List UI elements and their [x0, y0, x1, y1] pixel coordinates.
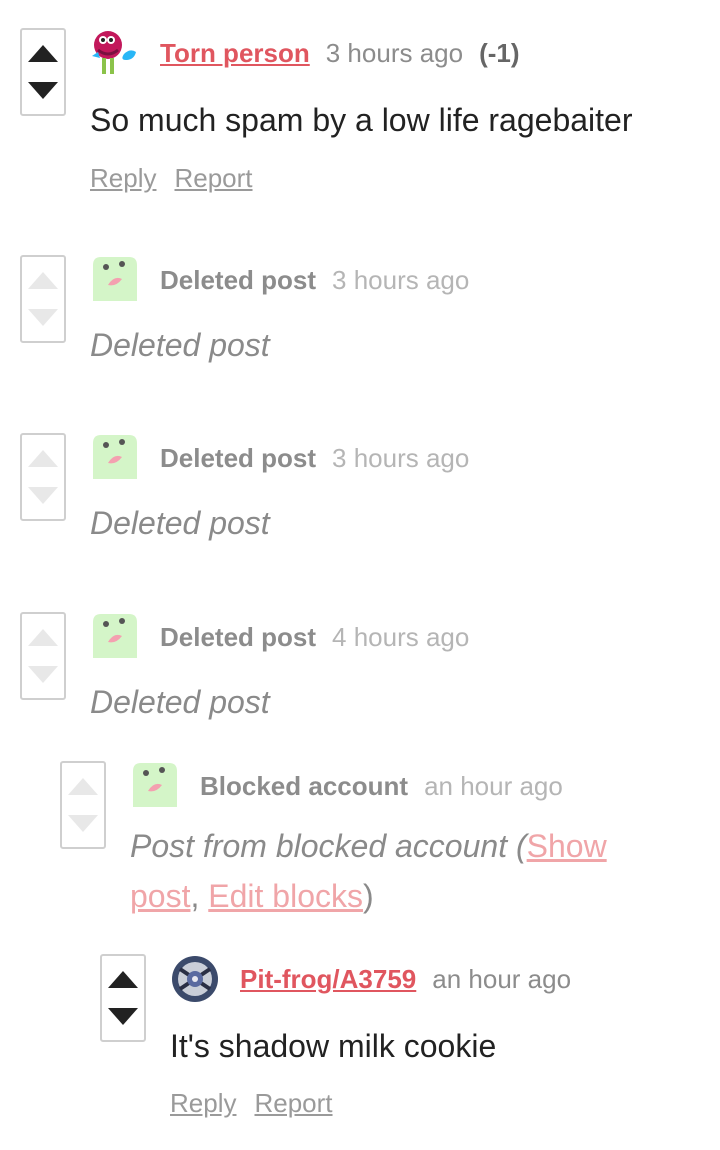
vote-box: [20, 612, 66, 700]
comment-meta: Deleted post 3 hours ago: [160, 265, 469, 295]
comment-actions: Reply Report: [170, 1088, 351, 1119]
downvote-arrow-icon[interactable]: [28, 487, 58, 504]
placeholder-avatar: [93, 435, 137, 479]
avatar[interactable]: [170, 954, 220, 1004]
vote-box: [20, 28, 66, 116]
report-link[interactable]: Report: [254, 1088, 332, 1118]
blocked-suffix: ): [363, 878, 374, 914]
author-link[interactable]: Torn person: [160, 38, 310, 68]
placeholder-avatar: [133, 763, 177, 807]
downvote-arrow-icon[interactable]: [108, 1008, 138, 1025]
downvote-arrow-icon[interactable]: [28, 309, 58, 326]
comment-meta: Pit-frog/A3759 an hour ago: [240, 964, 571, 994]
author-name: Blocked account: [200, 771, 409, 801]
comment-body: So much spam by a low life ragebaiter: [90, 102, 633, 138]
timestamp: an hour ago: [432, 964, 572, 994]
separator: ,: [190, 878, 200, 914]
avatar[interactable]: [90, 28, 140, 78]
placeholder-avatar: [93, 257, 137, 301]
upvote-arrow-icon[interactable]: [28, 45, 58, 62]
timestamp: 3 hours ago: [332, 443, 470, 473]
author-name: Deleted post: [160, 622, 317, 652]
comment-body: Deleted post: [90, 327, 270, 363]
vote-box: [20, 255, 66, 343]
score-badge: (-1): [479, 38, 520, 68]
upvote-arrow-icon[interactable]: [28, 272, 58, 289]
vote-box: [60, 761, 106, 849]
comment-meta: Deleted post 3 hours ago: [160, 443, 469, 473]
comment-body: Deleted post: [90, 684, 270, 720]
blocked-text: Post from blocked account (: [130, 828, 527, 864]
downvote-arrow-icon[interactable]: [28, 82, 58, 99]
upvote-arrow-icon[interactable]: [108, 971, 138, 988]
downvote-arrow-icon[interactable]: [28, 666, 58, 683]
author-name: Deleted post: [160, 443, 317, 473]
reply-link[interactable]: Reply: [90, 163, 156, 193]
vote-box: [100, 954, 146, 1042]
comment-meta: Deleted post 4 hours ago: [160, 622, 469, 652]
edit-blocks-link[interactable]: Edit blocks: [208, 878, 363, 914]
author-name: Deleted post: [160, 265, 317, 295]
timestamp: 4 hours ago: [332, 622, 470, 652]
placeholder-avatar: [93, 614, 137, 658]
author-link[interactable]: Pit-frog/A3759: [240, 964, 416, 994]
timestamp: 3 hours ago: [325, 38, 464, 68]
downvote-arrow-icon[interactable]: [68, 815, 98, 832]
comment-meta: Torn person 3 hours ago (-1): [160, 38, 520, 68]
comment-body: Deleted post: [90, 505, 270, 541]
comment-actions: Reply Report: [90, 163, 271, 194]
reply-link[interactable]: Reply: [170, 1088, 236, 1118]
upvote-arrow-icon[interactable]: [68, 778, 98, 795]
comment-body: It's shadow milk cookie: [170, 1028, 497, 1064]
upvote-arrow-icon[interactable]: [28, 629, 58, 646]
timestamp: an hour ago: [424, 771, 563, 801]
blocked-notice: Post from blocked account (Show post, Ed…: [130, 821, 670, 921]
comment-meta: Blocked account an hour ago: [200, 771, 563, 801]
vote-box: [20, 433, 66, 521]
upvote-arrow-icon[interactable]: [28, 450, 58, 467]
report-link[interactable]: Report: [174, 163, 252, 193]
timestamp: 3 hours ago: [332, 265, 470, 295]
